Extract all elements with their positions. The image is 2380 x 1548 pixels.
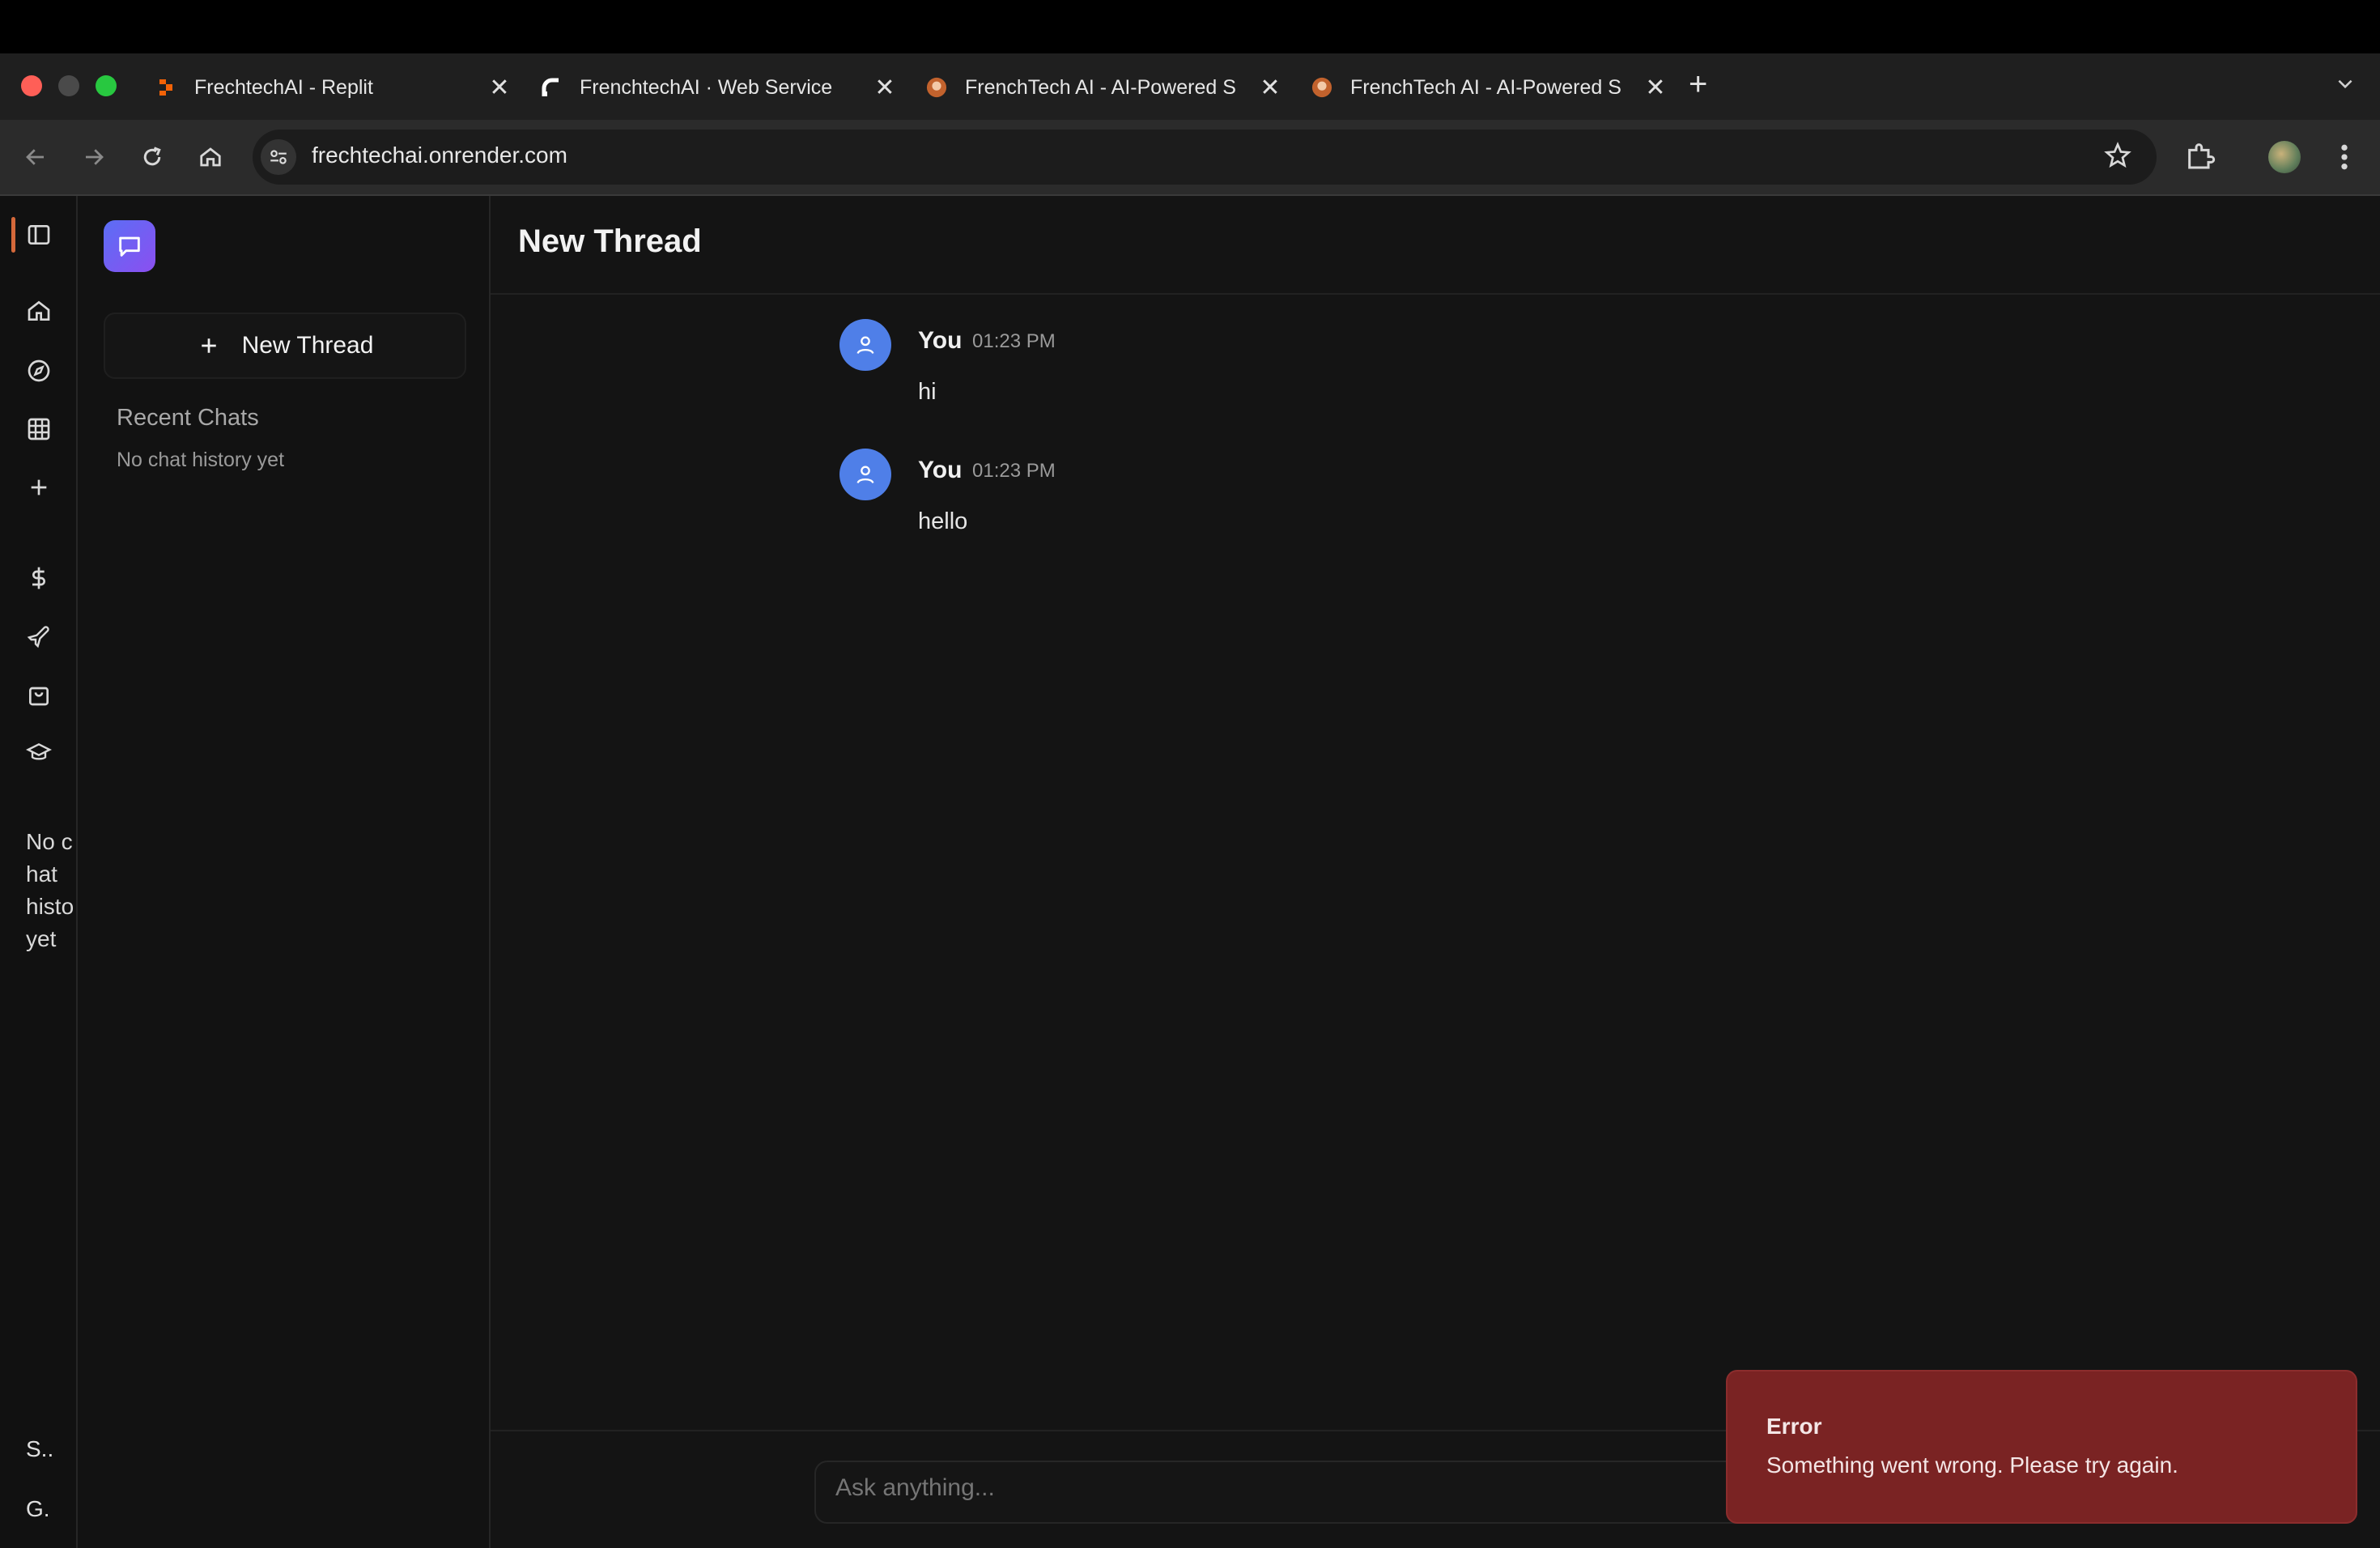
message-input[interactable] [834, 1474, 1647, 1503]
browser-menu-icon[interactable] [2335, 141, 2354, 177]
page-title: New Thread [518, 223, 702, 259]
message-text: hello [918, 508, 968, 534]
url-text[interactable]: frechtechai.onrender.com [312, 142, 567, 168]
rail-bottom-item-2[interactable]: G. [26, 1496, 50, 1522]
top-black-strip [0, 0, 2380, 53]
back-arrow-icon[interactable] [15, 136, 57, 178]
replit-icon [155, 77, 176, 98]
message-author: You [918, 327, 963, 354]
frenchtech-icon [926, 77, 947, 98]
window-close-button[interactable] [21, 75, 42, 96]
home-icon[interactable] [21, 293, 57, 329]
extensions-puzzle-icon[interactable] [2184, 139, 2216, 176]
sidebar-toggle-icon[interactable] [21, 217, 57, 253]
chat-sidebar [78, 196, 491, 1548]
close-tab-icon[interactable]: ✕ [873, 74, 897, 102]
close-tab-icon[interactable]: ✕ [1258, 74, 1282, 102]
compass-icon[interactable] [21, 353, 57, 389]
browser-tab-1[interactable]: FrechtechAI - Replit ✕ [139, 63, 512, 112]
reload-icon[interactable] [131, 136, 173, 178]
graduation-cap-icon[interactable] [21, 735, 57, 771]
browser-tab-2[interactable]: FrenchtechAI · Web Service ✕ [525, 63, 897, 112]
new-thread-button[interactable]: New Thread [104, 313, 466, 379]
frenchtech-icon [1311, 77, 1332, 98]
plane-icon[interactable] [21, 619, 57, 654]
user-avatar [839, 449, 891, 500]
rail-bottom-item-1[interactable]: S.. [26, 1436, 53, 1462]
window-zoom-button[interactable] [96, 75, 117, 96]
new-thread-label: New Thread [241, 332, 374, 359]
profile-avatar[interactable] [2268, 141, 2301, 173]
rail-active-indicator [11, 217, 15, 253]
site-settings-icon[interactable] [261, 139, 296, 175]
dollar-icon[interactable] [21, 560, 57, 596]
close-tab-icon[interactable]: ✕ [487, 74, 512, 102]
message-time: 01:23 PM [972, 330, 1056, 352]
shopping-bag-icon[interactable] [21, 677, 57, 712]
tab-title: FrenchtechAI · Web Service [580, 75, 833, 99]
error-toast[interactable] [1726, 1370, 2357, 1524]
recent-chats-heading: Recent Chats [117, 405, 259, 431]
toast-message: Something went wrong. Please try again. [1766, 1452, 2178, 1478]
no-history-text: No chat history yet [117, 449, 285, 471]
main-header [491, 196, 2380, 295]
plus-icon[interactable] [21, 470, 57, 505]
render-icon [541, 77, 562, 98]
user-avatar [839, 319, 891, 371]
browser-tab-4[interactable]: FrenchTech AI - AI-Powered S ✕ [1295, 63, 1668, 112]
user-icon [856, 336, 874, 355]
close-tab-icon[interactable]: ✕ [1643, 74, 1668, 102]
forward-arrow-icon[interactable] [73, 136, 115, 178]
tab-title: FrechtechAI - Replit [194, 75, 373, 99]
message-text: hi [918, 379, 937, 405]
grid-icon[interactable] [21, 411, 57, 447]
bookmark-star-icon[interactable] [2103, 141, 2132, 174]
tab-title: FrenchTech AI - AI-Powered S [965, 75, 1236, 99]
home-browser-icon[interactable] [189, 136, 232, 178]
tab-title: FrenchTech AI - AI-Powered S [1350, 75, 1621, 99]
app-logo[interactable] [104, 220, 155, 272]
toast-title: Error [1766, 1414, 1822, 1439]
tab-search-chevron-icon[interactable] [2335, 73, 2356, 98]
rail-no-history-text: No chat histo yet [26, 829, 74, 951]
message-time: 01:23 PM [972, 460, 1056, 482]
message-author: You [918, 457, 963, 483]
new-tab-button[interactable]: + [1689, 66, 1707, 103]
user-icon [856, 466, 874, 484]
plus-icon [201, 338, 216, 353]
browser-tab-3[interactable]: FrenchTech AI - AI-Powered S ✕ [910, 63, 1282, 112]
window-minimize-button[interactable] [58, 75, 79, 96]
